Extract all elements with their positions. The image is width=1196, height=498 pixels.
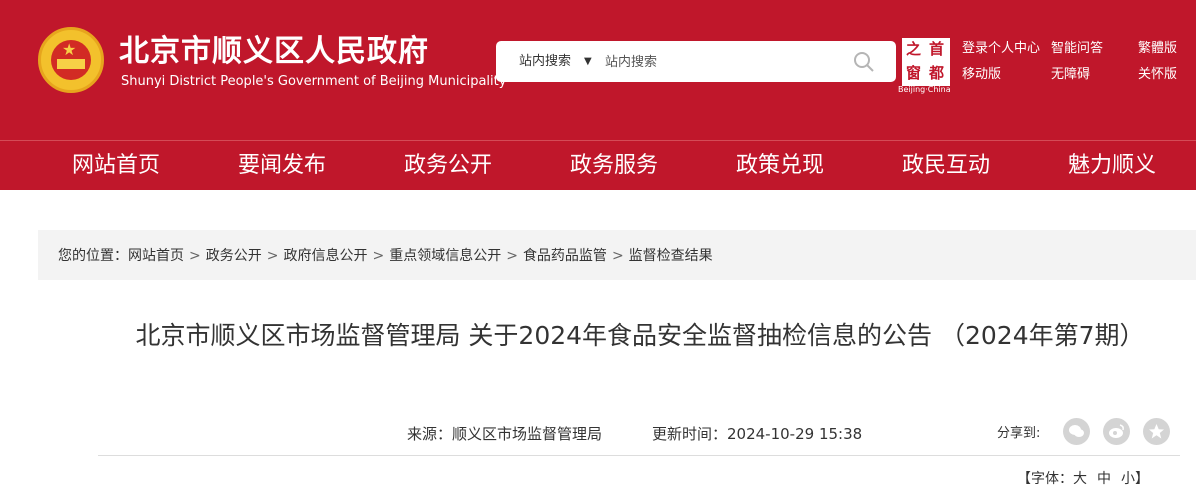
accessible-link[interactable]: 无障碍 [1051, 67, 1090, 83]
search-scope-select[interactable]: 站内搜索 [519, 53, 571, 70]
nav-item-interaction[interactable]: 政民互动 [902, 153, 990, 179]
search-box: 站内搜索 ▼ [496, 41, 896, 82]
article-updated: 更新时间：2024-10-29 15:38 [652, 425, 863, 443]
nav-item-home[interactable]: 网站首页 [72, 153, 160, 179]
chevron-down-icon[interactable]: ▼ [584, 53, 592, 70]
logo-char-3: 窗 [906, 64, 922, 82]
nav-item-services[interactable]: 政务服务 [570, 153, 658, 179]
font-size-large[interactable]: 大 [1073, 471, 1087, 487]
main-nav: 网站首页 要闻发布 政务公开 政务服务 政策兑现 政民互动 魅力顺义 [0, 140, 1196, 190]
wechat-icon[interactable] [1063, 418, 1090, 445]
logo-caption: Beijing·China [898, 85, 951, 94]
share-label: 分享到: [997, 426, 1041, 441]
breadcrumb-separator: > [611, 248, 624, 264]
breadcrumb-separator: > [372, 248, 385, 264]
site-header: ★ 北京市顺义区人民政府 Shunyi District People's Go… [0, 0, 1196, 140]
national-emblem-icon[interactable]: ★ [38, 27, 104, 93]
breadcrumb-item[interactable]: 重点领域信息公开 [389, 248, 501, 264]
font-size-medium[interactable]: 中 [1097, 471, 1111, 487]
breadcrumb-separator: > [506, 248, 518, 264]
mobile-link[interactable]: 移动版 [962, 67, 1001, 83]
article-title: 北京市顺义区市场监督管理局 关于2024年食品安全监督抽检信息的公告 （2024… [135, 321, 1145, 350]
font-size-close: 】 [1135, 471, 1149, 487]
qa-link[interactable]: 智能问答 [1051, 41, 1103, 57]
site-title[interactable]: 北京市顺义区人民政府 [119, 34, 429, 70]
font-size-selector: 【字体：大中小】 [1017, 471, 1149, 488]
divider [98, 455, 1180, 456]
breadcrumb-separator: > [266, 248, 279, 264]
nav-item-charm[interactable]: 魅力顺义 [1068, 153, 1156, 179]
elderly-link[interactable]: 关怀版 [1138, 67, 1177, 83]
logo-char-4: 都 [929, 64, 945, 82]
logo-char-2: 首 [929, 40, 945, 58]
site-subtitle: Shunyi District People's Government of B… [121, 74, 507, 89]
font-size-small[interactable]: 小 [1121, 471, 1135, 487]
article-source: 来源：顺义区市场监督管理局 [407, 425, 603, 443]
login-link[interactable]: 登录个人中心 [962, 41, 1040, 57]
weibo-icon[interactable] [1103, 418, 1130, 445]
breadcrumb-item[interactable]: 政务公开 [206, 248, 262, 264]
search-input[interactable] [605, 52, 835, 72]
breadcrumb-separator: > [189, 248, 201, 264]
search-icon[interactable] [853, 51, 875, 73]
nav-item-news[interactable]: 要闻发布 [238, 153, 326, 179]
nav-item-open-gov[interactable]: 政务公开 [404, 153, 492, 179]
breadcrumb: 您的位置：网站首页 > 政务公开 > 政府信息公开 > 重点领域信息公开 > 食品药品监管 > 监督… [38, 230, 1196, 280]
breadcrumb-item[interactable]: 食品药品监管 [523, 248, 607, 264]
breadcrumb-item[interactable]: 政府信息公开 [283, 248, 367, 264]
font-size-label: 【字体： [1017, 471, 1073, 487]
breadcrumb-item-home[interactable]: 网站首页 [128, 248, 184, 264]
capital-window-logo[interactable]: 之 首 窗 都 [900, 36, 952, 88]
logo-char-1: 之 [906, 40, 922, 58]
traditional-link[interactable]: 繁體版 [1138, 41, 1177, 57]
breadcrumb-prefix: 您的位置： [58, 248, 128, 264]
breadcrumb-item[interactable]: 监督检查结果 [629, 248, 713, 264]
nav-item-policy[interactable]: 政策兑现 [736, 153, 824, 179]
qzone-icon[interactable] [1143, 418, 1170, 445]
